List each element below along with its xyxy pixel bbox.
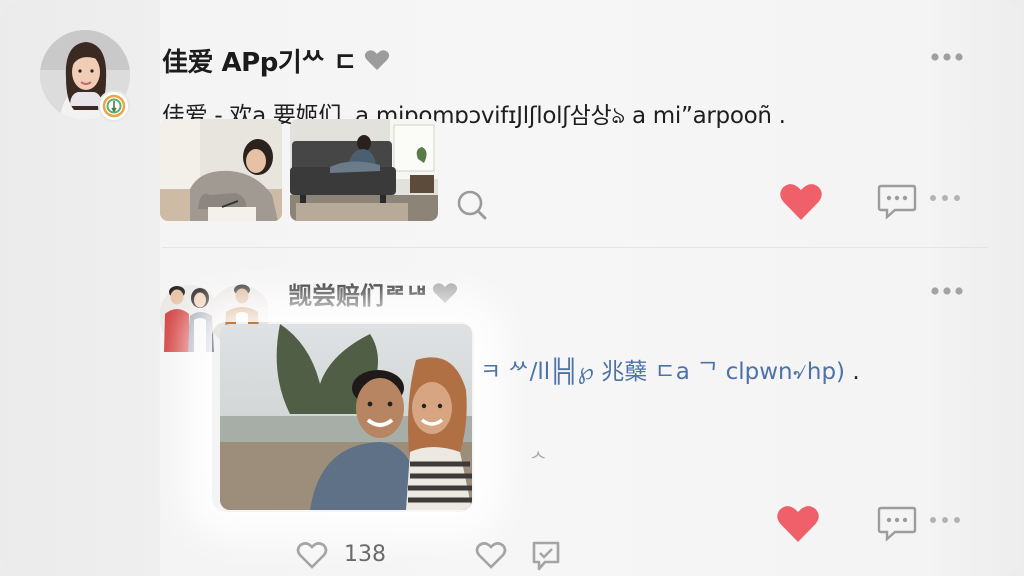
verified-badge-icon	[98, 90, 130, 122]
heart-icon[interactable]	[364, 49, 390, 71]
like-outline-icon[interactable]	[296, 540, 328, 570]
comment-icon[interactable]	[877, 504, 917, 542]
more-dots-icon[interactable]	[928, 193, 962, 203]
caption-suffix: .	[845, 359, 860, 385]
feed-screen: 佳爱 APp기ᄊ ㄷ 佳爱 - 欢a 要姬们, a mipomɒɔvifɪJlʃ…	[0, 0, 1024, 576]
more-dots-icon[interactable]	[930, 52, 964, 62]
more-dots-icon[interactable]	[928, 515, 962, 525]
author-name[interactable]: 佳爱 APp기ᄊ ㄷ	[162, 42, 357, 79]
post-photo[interactable]	[160, 119, 282, 221]
heart-icon[interactable]	[432, 282, 458, 304]
like-heart-icon[interactable]	[779, 182, 823, 222]
search-icon[interactable]	[455, 188, 489, 222]
post-caption: ㅋ ᄽ/ll╠╣℘ 兆蘖 ㄷa ᄀ clpwn৵hp) .	[480, 352, 860, 392]
author-name[interactable]: 觊尝赔们ᄙᄖ	[288, 276, 428, 311]
caption-link[interactable]: a ᄀ clpwn৵hp)	[676, 359, 845, 385]
small-mark: ᄉ	[530, 450, 547, 471]
post-divider	[162, 247, 988, 248]
post-photo[interactable]	[220, 324, 472, 510]
more-dots-icon[interactable]	[930, 286, 964, 296]
like-heart-icon[interactable]	[776, 504, 820, 544]
like-count: 138	[344, 542, 386, 567]
caption-prefix: ㅋ ᄽ/ll╠╣℘ 兆蘖 ㄷ	[480, 359, 676, 385]
chat-bubble-icon[interactable]	[531, 540, 561, 572]
reply-icon[interactable]	[474, 540, 508, 572]
comment-icon[interactable]	[877, 182, 917, 220]
post-photo[interactable]	[290, 119, 438, 221]
